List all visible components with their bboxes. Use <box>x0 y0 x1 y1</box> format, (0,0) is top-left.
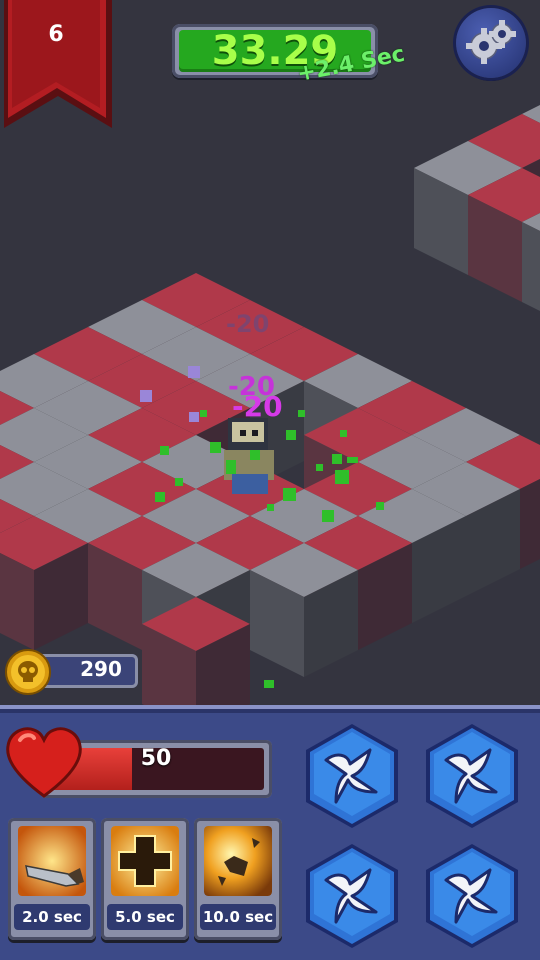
blade-icon <box>18 826 86 896</box>
level-banner: 6 <box>0 0 118 136</box>
gold-counter: 290 <box>4 648 140 696</box>
ribbon-icon <box>4 0 112 128</box>
shuriken-icon <box>426 844 518 948</box>
explosion-icon <box>204 826 272 896</box>
level-number: 6 <box>48 22 64 47</box>
attack-button-bottom-right[interactable] <box>416 840 528 952</box>
shuriken-icon <box>426 724 518 828</box>
heal-cross-icon <box>111 826 179 896</box>
skill-cooldown: 10.0 sec <box>200 904 276 930</box>
attack-button-bottom-left[interactable] <box>296 840 408 952</box>
damage-number: -20 <box>226 310 270 338</box>
gold-value: 290 <box>80 657 122 681</box>
skill-heal-button[interactable]: 5.0 sec <box>101 818 189 940</box>
attack-button-top-right[interactable] <box>416 720 528 832</box>
skill-cooldown: 2.0 sec <box>14 904 90 930</box>
gears-icon <box>466 20 516 64</box>
skull-coin-icon <box>5 649 51 695</box>
damage-number: -20 <box>232 390 283 423</box>
skill-cooldown: 5.0 sec <box>107 904 183 930</box>
shuriken-icon <box>306 844 398 948</box>
heart-icon <box>6 727 82 798</box>
shuriken-icon <box>306 724 398 828</box>
skill-explosion-button[interactable]: 10.0 sec <box>194 818 282 940</box>
attack-button-top-left[interactable] <box>296 720 408 832</box>
skill-blade-button[interactable]: 2.0 sec <box>8 818 96 940</box>
side-platform <box>414 87 540 329</box>
main-platform <box>0 273 540 705</box>
settings-button[interactable] <box>456 8 526 78</box>
